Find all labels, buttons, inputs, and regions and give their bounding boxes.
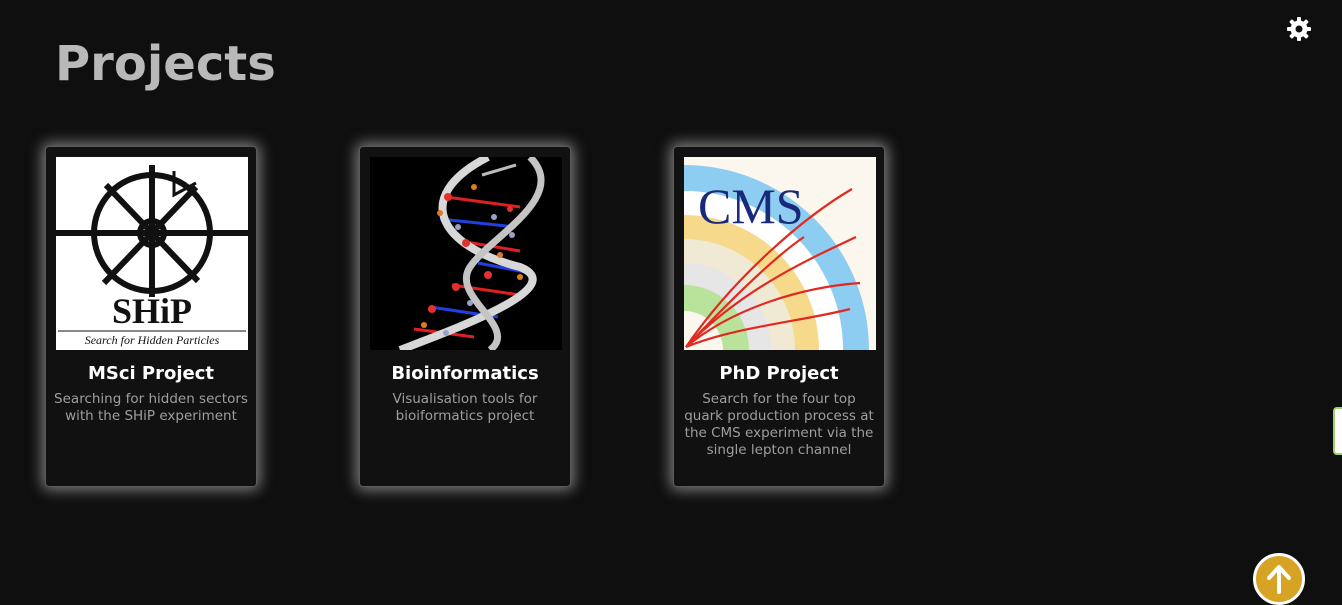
- dna-helix-image: [370, 157, 562, 350]
- gear-icon: [1287, 17, 1311, 41]
- project-card-phd[interactable]: CMS PhD Project Search for the four top …: [673, 146, 885, 487]
- project-card-bioinformatics[interactable]: Bioinformatics Visualisation tools for b…: [359, 146, 571, 487]
- card-title: Bioinformatics: [391, 363, 539, 384]
- feedback-tab[interactable]: [1333, 407, 1342, 455]
- project-card-msci[interactable]: SHiP Search for Hidden Particles MSci Pr…: [45, 146, 257, 487]
- arrow-up-icon: [1267, 565, 1291, 594]
- card-description: Search for the four top quark production…: [684, 391, 874, 458]
- card-title: MSci Project: [87, 363, 215, 384]
- cms-logo-image: CMS: [684, 157, 876, 350]
- card-title: PhD Project: [719, 363, 839, 384]
- card-description: Searching for hidden sectors with the SH…: [54, 391, 248, 424]
- ship-logo-text: SHiP: [112, 291, 192, 331]
- scroll-to-top-button[interactable]: [1253, 553, 1305, 605]
- ship-logo-image: SHiP Search for Hidden Particles: [56, 157, 248, 350]
- settings-button[interactable]: [1284, 14, 1314, 44]
- card-description: Visualisation tools for bioiformatics pr…: [392, 391, 538, 424]
- ship-logo-tagline: Search for Hidden Particles: [85, 333, 220, 347]
- cms-logo-text: CMS: [698, 178, 804, 234]
- page-title: Projects: [55, 36, 276, 92]
